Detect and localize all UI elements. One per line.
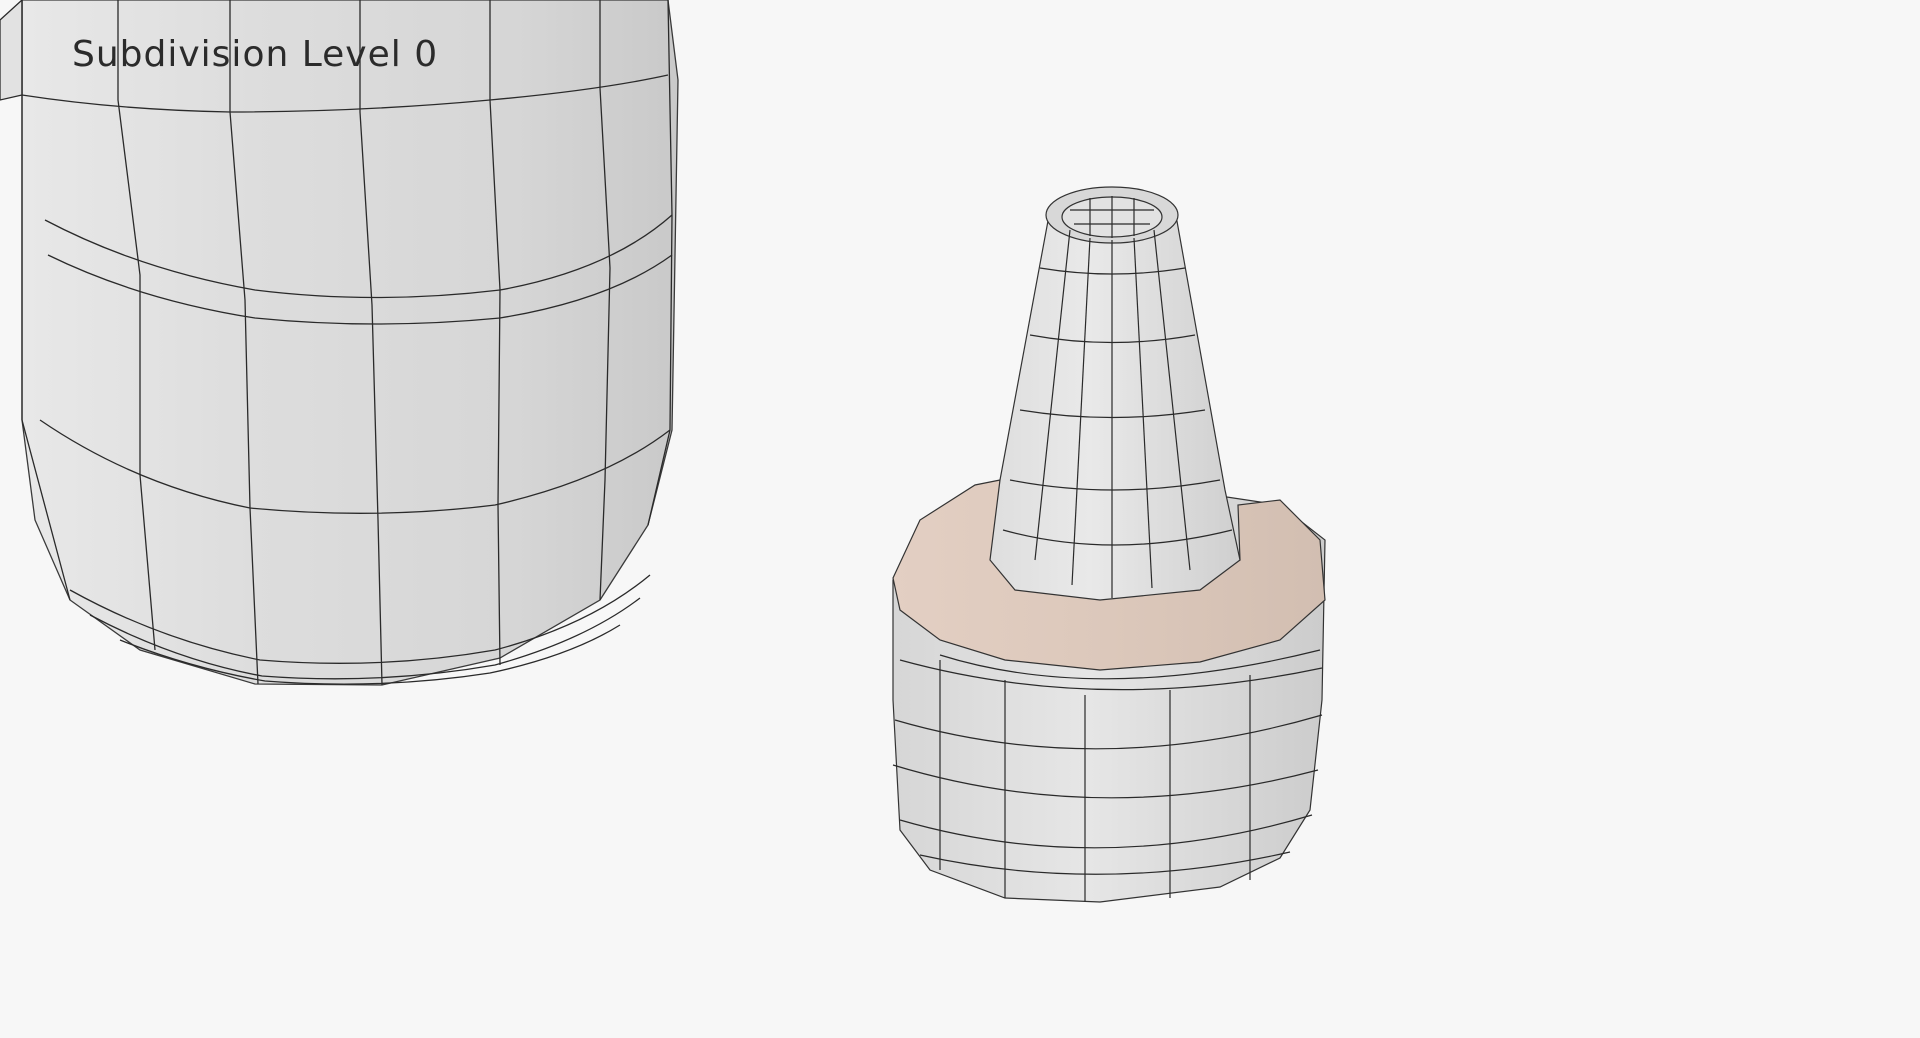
bottle-mesh — [0, 0, 679, 686]
nozzle-cap-mesh — [892, 186, 1326, 903]
render-viewport: Subdivision Level 0 — [0, 0, 1920, 1038]
subdivision-level-label: Subdivision Level 0 — [72, 34, 439, 75]
render-scene — [0, 0, 1326, 903]
